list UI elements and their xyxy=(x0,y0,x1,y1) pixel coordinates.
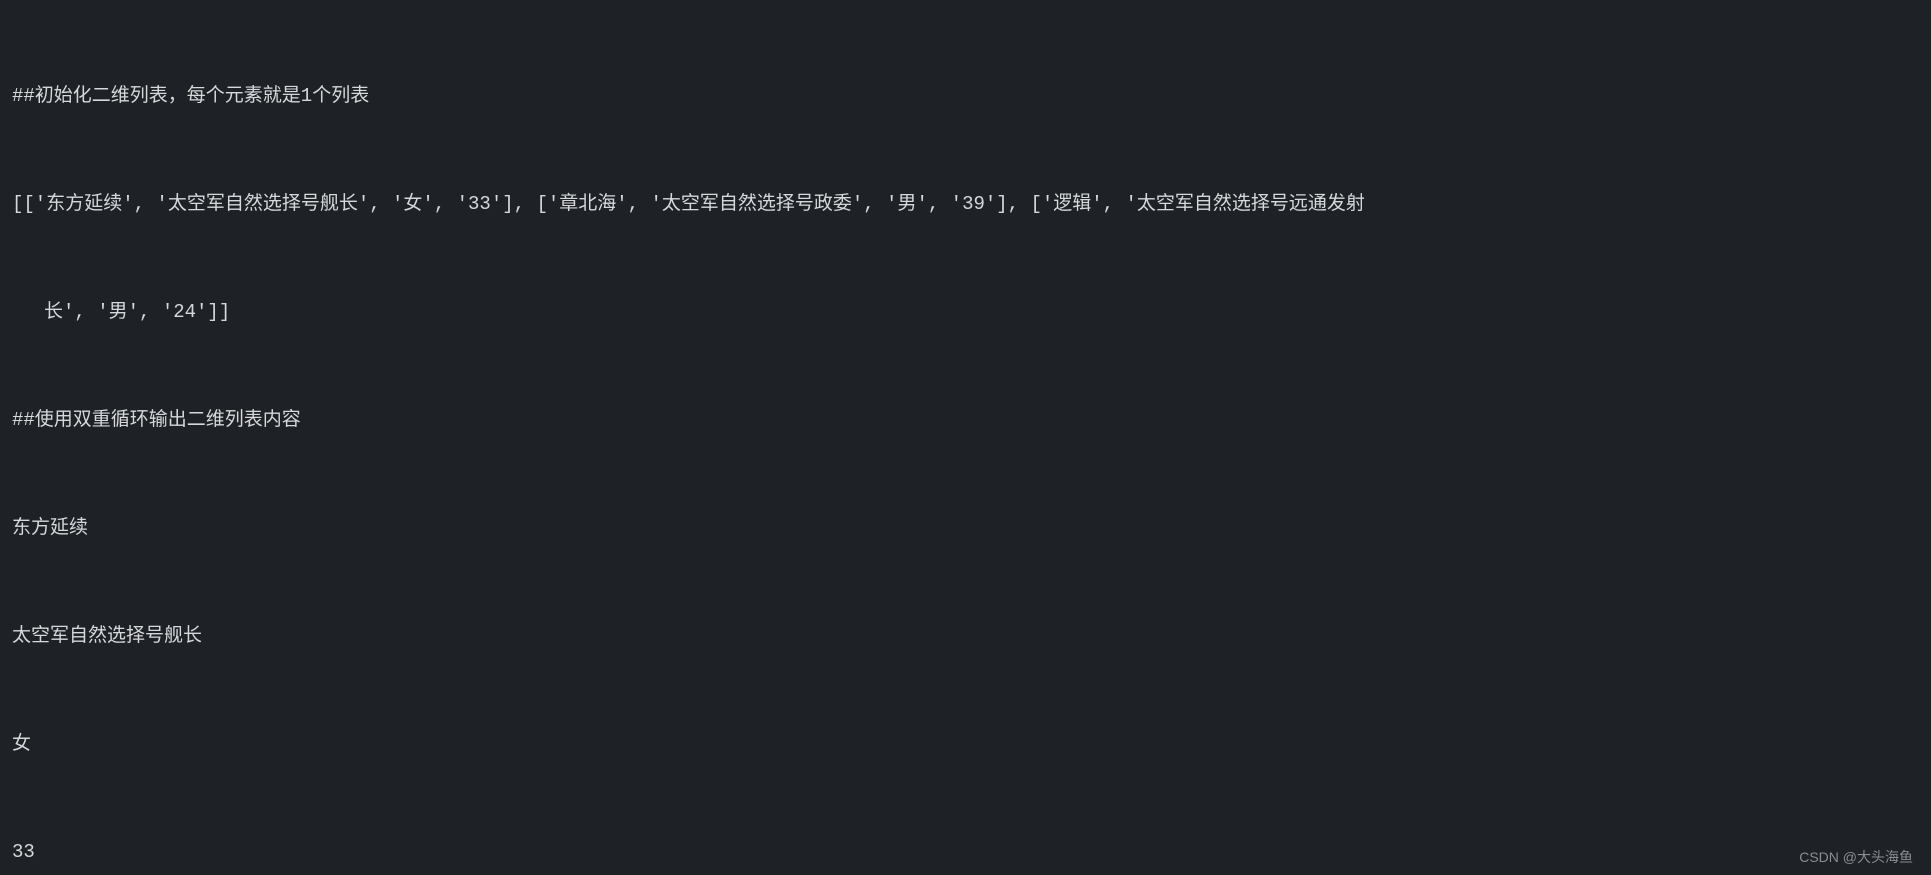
output-line: 太空军自然选择号舰长 xyxy=(12,618,1919,654)
code-output-block: ##初始化二维列表，每个元素就是1个列表 [['东方延续', '太空军自然选择号… xyxy=(0,0,1931,875)
output-line-wrap: 长', '男', '24']] xyxy=(12,294,1919,330)
output-line: 女 xyxy=(12,726,1919,762)
output-line: [['东方延续', '太空军自然选择号舰长', '女', '33'], ['章北… xyxy=(12,186,1919,222)
output-line: ##使用双重循环输出二维列表内容 xyxy=(12,402,1919,438)
watermark-text: CSDN @大头海鱼 xyxy=(1799,847,1913,867)
output-line: 33 xyxy=(12,834,1919,870)
output-line: 东方延续 xyxy=(12,510,1919,546)
output-line: ##初始化二维列表，每个元素就是1个列表 xyxy=(12,78,1919,114)
